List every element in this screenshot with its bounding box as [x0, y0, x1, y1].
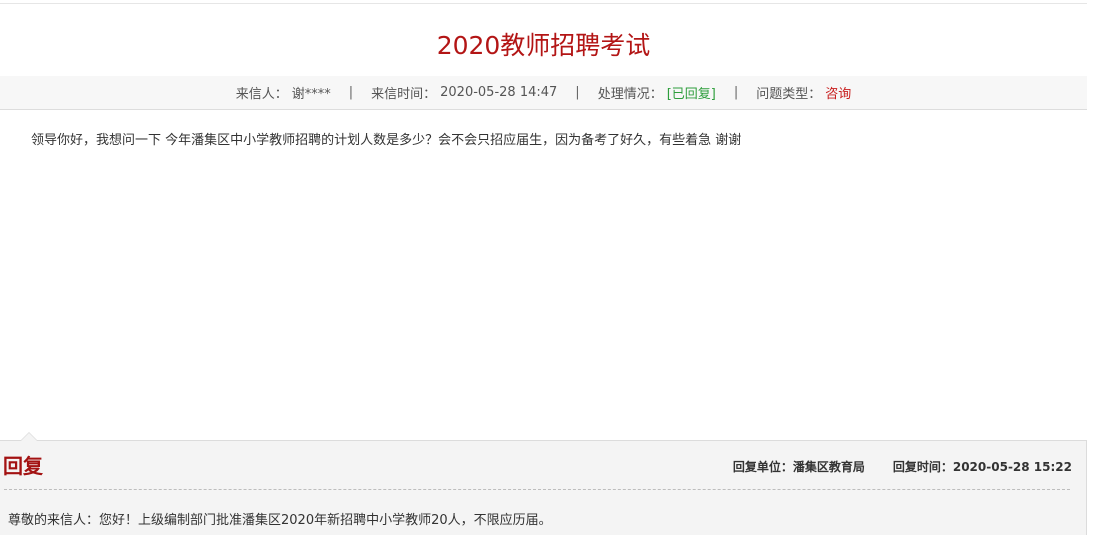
meta-separator: | [348, 85, 354, 100]
reply-time-label: 回复时间： [892, 460, 953, 474]
letter-time-value: 2020-05-28 14:47 [440, 85, 558, 100]
type-info: 问题类型： 咨询 [756, 83, 851, 102]
reply-heading: 回复 [3, 454, 43, 478]
sender-info: 来信人： 谢**** [236, 83, 331, 102]
reply-unit-value: 潘集区教育局 [792, 460, 865, 474]
status-label: 处理情况： [597, 87, 663, 102]
reply-time-value: 2020-05-28 15:22 [952, 460, 1072, 474]
reply-body: 尊敬的来信人：您好！上级编制部门批准潘集区2020年新招聘中小学教师20人，不限… [8, 513, 552, 528]
sender-value: 谢**** [291, 87, 331, 102]
type-label: 问题类型： [756, 87, 822, 102]
reply-meta: 回复单位：潘集区教育局 回复时间：2020-05-28 15:22 [705, 458, 1072, 475]
letter-body: 领导你好，我想问一下 今年潘集区中小学教师招聘的计划人数是多少？会不会只招应届生… [31, 133, 742, 148]
letter-title: 2020教师招聘考试 [436, 31, 651, 60]
letter-page: 2020教师招聘考试 来信人： 谢**** | 来信时间： 2020-05-28… [0, 0, 1099, 535]
meta-separator: | [733, 85, 739, 100]
letter-time-info: 来信时间： 2020-05-28 14:47 [371, 83, 557, 102]
type-value: 咨询 [825, 87, 852, 102]
reply-time: 回复时间：2020-05-28 15:22 [893, 458, 1072, 475]
reply-divider [4, 489, 1070, 490]
letter-meta-bar: 来信人： 谢**** | 来信时间： 2020-05-28 14:47 | 处理… [0, 76, 1087, 110]
letter-time-label: 来信时间： [371, 87, 437, 102]
status-info: 处理情况： [已回复] [598, 83, 716, 102]
reply-pointer-fill [21, 433, 37, 441]
meta-separator: | [575, 85, 580, 100]
reply-unit-label: 回复单位： [732, 460, 793, 474]
top-divider [0, 3, 1087, 4]
status-badge: [已回复] [666, 87, 716, 102]
sender-label: 来信人： [235, 87, 288, 102]
reply-section: 回复 回复单位：潘集区教育局 回复时间：2020-05-28 15:22 尊敬的… [0, 432, 1087, 535]
reply-unit: 回复单位：潘集区教育局 [733, 458, 865, 475]
